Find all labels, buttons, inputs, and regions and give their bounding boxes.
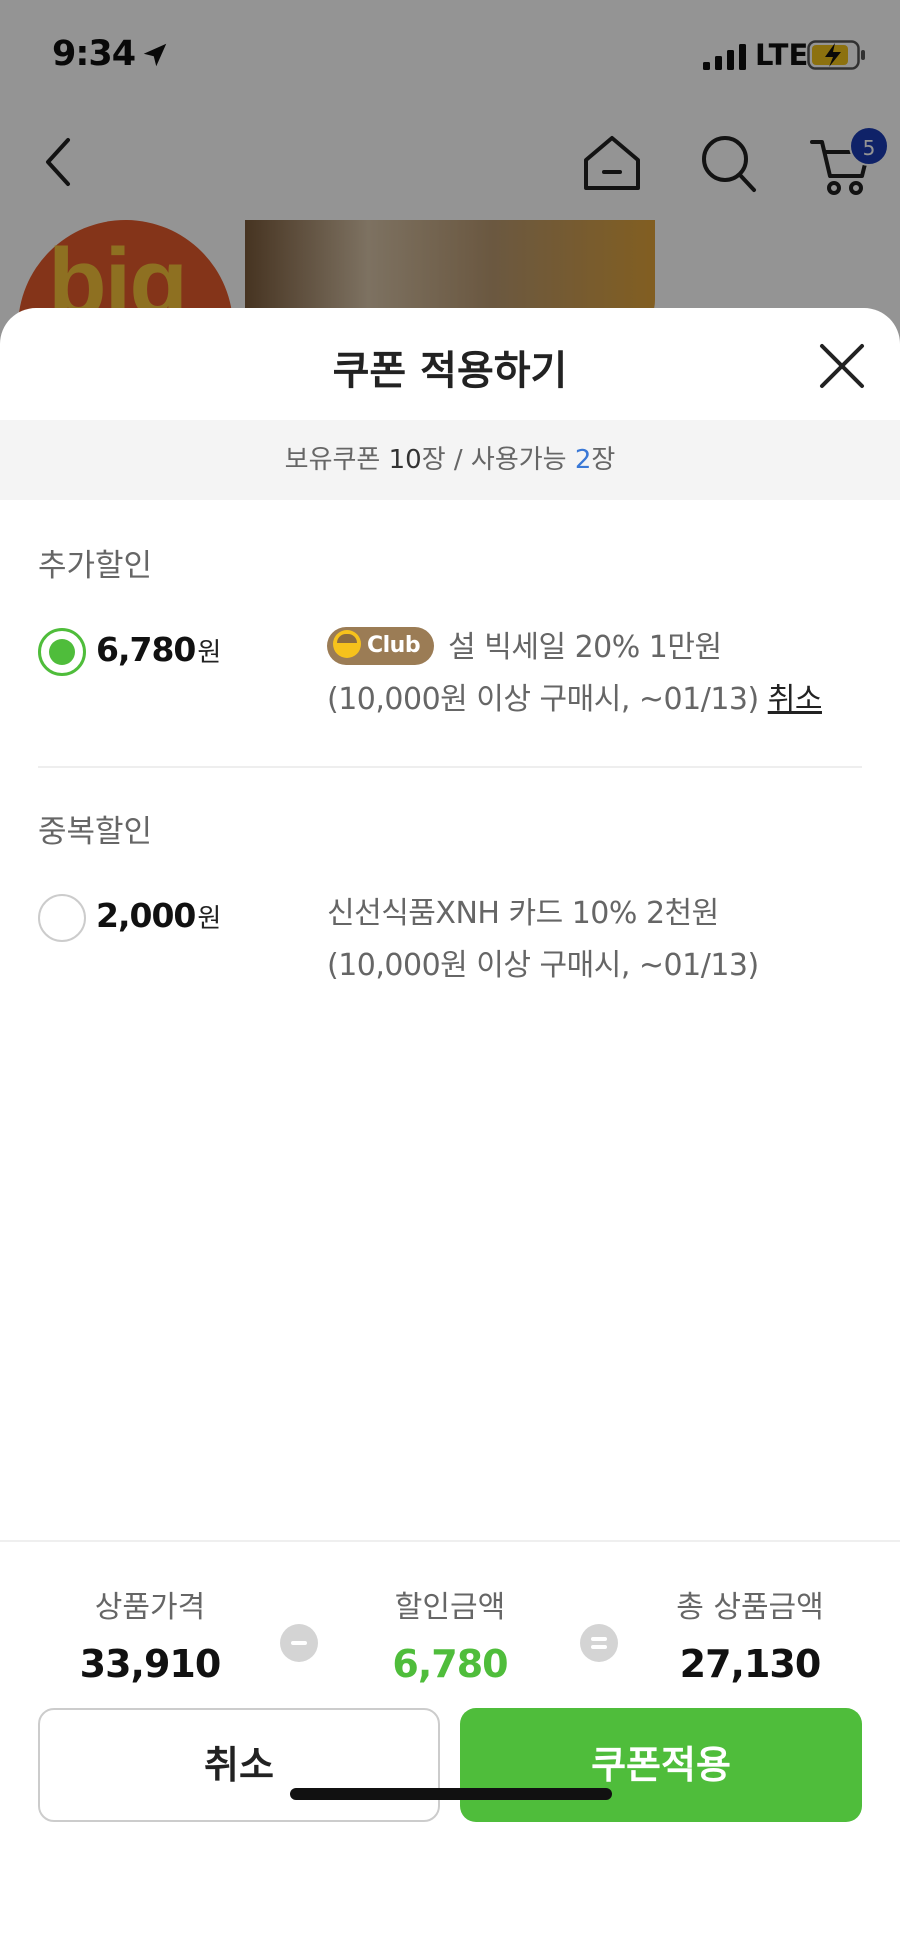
usable-count: 2: [574, 445, 592, 475]
coupon-description: 신선식품XNH 카드 10% 2천원 (10,000원 이상 구매시, ~01/…: [327, 888, 887, 992]
club-face-icon: [333, 629, 361, 658]
coupon-amount-value: 2,000: [96, 896, 196, 935]
coupon-radio-unselected[interactable]: [38, 894, 86, 942]
discount-column: 할인금액 6,780: [320, 1582, 580, 1686]
section-title-duplicate-discount: 중복할인: [38, 814, 153, 850]
discount-label: 할인금액: [394, 1590, 506, 1625]
coupon-condition: (10,000원 이상 구매시, ~01/13): [327, 682, 759, 717]
usable-unit: 장: [591, 445, 616, 475]
coupon-desc-line1: Club 설 빅세일 20% 1만원: [327, 622, 887, 674]
owned-count: 10: [388, 445, 422, 475]
coupon-amount: 6,780원: [96, 630, 221, 669]
coupon-summary: 보유쿠폰 10장 / 사용가능 2장: [0, 420, 900, 500]
close-icon[interactable]: [816, 340, 868, 392]
equals-icon: [580, 1624, 618, 1662]
coupon-name: 설 빅세일 20% 1만원: [448, 630, 722, 665]
section-title-extra-discount: 추가할인: [38, 548, 153, 584]
owned-label: 보유쿠폰: [284, 445, 389, 475]
home-indicator[interactable]: [290, 1788, 612, 1800]
section-divider: [38, 766, 862, 768]
coupon-amount-value: 6,780: [96, 630, 196, 669]
coupon-desc-line2: (10,000원 이상 구매시, ~01/13) 취소: [327, 674, 887, 726]
price-value: 33,910: [79, 1642, 222, 1686]
coupon-cancel-link[interactable]: 취소: [768, 682, 823, 717]
club-badge: Club: [327, 626, 435, 665]
coupon-name: 신선식품XNH 카드 10% 2천원: [327, 896, 719, 931]
price-summary-footer: 상품가격 33,910 할인금액 6,780 총 상품금액 27,130 취소 …: [0, 1540, 900, 1948]
coupon-condition: (10,000원 이상 구매시, ~01/13): [327, 948, 759, 983]
apply-coupon-button[interactable]: 쿠폰적용: [460, 1708, 862, 1822]
coupon-option-extra[interactable]: 6,780원 Club 설 빅세일 20% 1만원 (10,000원 이상 구매시…: [0, 626, 900, 738]
minus-icon: [280, 1624, 318, 1662]
owned-unit: 장 / 사용가능: [421, 445, 575, 475]
total-column: 총 상품금액 27,130: [620, 1582, 880, 1686]
coupon-amount-unit: 원: [197, 638, 221, 668]
coupon-radio-selected[interactable]: [38, 628, 86, 676]
cancel-button[interactable]: 취소: [38, 1708, 440, 1822]
club-badge-label: Club: [367, 632, 421, 658]
sheet-title: 쿠폰 적용하기: [332, 348, 568, 394]
total-label: 총 상품금액: [676, 1590, 824, 1625]
coupon-description: Club 설 빅세일 20% 1만원 (10,000원 이상 구매시, ~01/1…: [327, 622, 887, 726]
price-label: 상품가격: [94, 1590, 206, 1625]
coupon-option-duplicate[interactable]: 2,000원 신선식품XNH 카드 10% 2천원 (10,000원 이상 구매…: [0, 894, 900, 1004]
coupon-amount-unit: 원: [197, 904, 221, 934]
discount-value: 6,780: [392, 1642, 508, 1686]
total-value: 27,130: [679, 1642, 822, 1686]
coupon-sheet: 쿠폰 적용하기 보유쿠폰 10장 / 사용가능 2장 추가할인 6,780원 C…: [0, 308, 900, 1948]
coupon-amount: 2,000원: [96, 896, 221, 935]
price-column: 상품가격 33,910: [20, 1582, 280, 1686]
